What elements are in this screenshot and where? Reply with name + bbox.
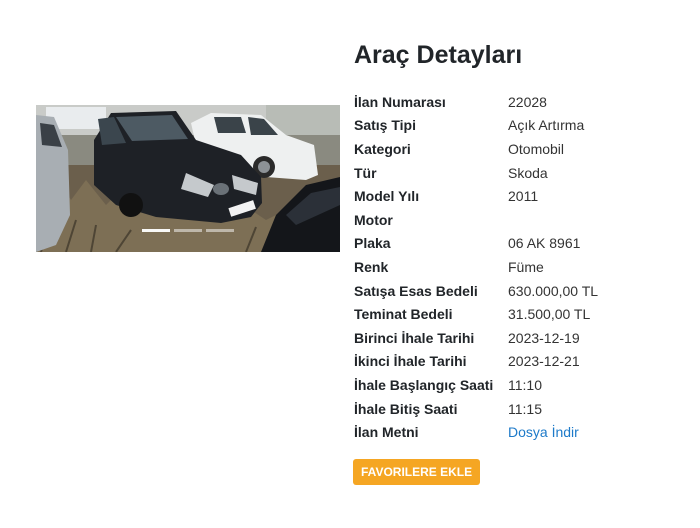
spec-row-plate: Plaka 06 AK 8961 bbox=[354, 232, 598, 256]
spec-label: Satış Tipi bbox=[354, 117, 416, 134]
spec-label: Teminat Bedeli bbox=[354, 306, 453, 323]
spec-value: 22028 bbox=[508, 93, 547, 110]
add-to-favorites-button[interactable]: FAVORILERE EKLE bbox=[353, 459, 481, 485]
spec-value: 11:10 bbox=[508, 376, 542, 393]
spec-value: 630.000,00 TL bbox=[508, 282, 599, 299]
spec-row-deposit: Teminat Bedeli 31.500,00 TL bbox=[354, 302, 598, 326]
download-file-link[interactable]: Dosya İndir bbox=[508, 424, 579, 440]
spec-label: Kategori bbox=[354, 140, 411, 157]
spec-label: Tür bbox=[354, 164, 377, 181]
spec-row-base-price: Satışa Esas Bedeli 630.000,00 TL bbox=[354, 279, 598, 303]
spec-row-type: Tür Skoda bbox=[354, 161, 598, 185]
spec-row-color: Renk Füme bbox=[354, 255, 598, 279]
spec-value: 2011 bbox=[508, 188, 539, 205]
spec-row-engine: Motor bbox=[354, 208, 598, 232]
carousel-indicator-1[interactable] bbox=[142, 229, 170, 232]
spec-value: Otomobil bbox=[508, 140, 565, 157]
spec-label: Motor bbox=[354, 211, 393, 228]
carousel-indicators bbox=[36, 229, 340, 232]
spec-value: 2023-12-19 bbox=[508, 329, 580, 346]
spec-label: Renk bbox=[354, 258, 389, 275]
spec-label: İhale Başlangıç Saati bbox=[354, 376, 494, 393]
spec-value: Skoda bbox=[508, 164, 548, 181]
spec-row-auction-end-time: İhale Bitiş Saati 11:15 bbox=[354, 397, 598, 421]
spec-row-sale-type: Satış Tipi Açık Artırma bbox=[354, 114, 598, 138]
spec-label: Model Yılı bbox=[354, 188, 420, 205]
spec-value: 11:15 bbox=[508, 400, 542, 417]
spec-row-first-auction-date: Birinci İhale Tarihi 2023-12-19 bbox=[354, 326, 598, 350]
spec-value bbox=[508, 208, 598, 232]
spec-label: Birinci İhale Tarihi bbox=[354, 329, 475, 346]
spec-value: 06 AK 8961 bbox=[508, 235, 581, 252]
spec-label: Satışa Esas Bedeli bbox=[354, 282, 478, 299]
spec-row-listing-number: İlan Numarası 22028 bbox=[354, 90, 598, 114]
page-title: Araç Detayları bbox=[354, 41, 523, 69]
spec-value: Dosya İndir bbox=[508, 420, 598, 444]
carousel-indicator-3[interactable] bbox=[206, 229, 234, 232]
carousel-indicator-2[interactable] bbox=[174, 229, 202, 232]
spec-row-category: Kategori Otomobil bbox=[354, 137, 598, 161]
spec-label: İlan Metni bbox=[354, 424, 419, 441]
spec-value: 31.500,00 TL bbox=[508, 306, 591, 323]
spec-label: İhale Bitiş Saati bbox=[354, 400, 458, 417]
spec-label: İkinci İhale Tarihi bbox=[354, 353, 467, 370]
spec-value: Açık Artırma bbox=[508, 117, 585, 134]
spec-value: Füme bbox=[508, 258, 544, 275]
spec-row-second-auction-date: İkinci İhale Tarihi 2023-12-21 bbox=[354, 350, 598, 374]
spec-row-auction-start-time: İhale Başlangıç Saati 11:10 bbox=[354, 373, 598, 397]
vehicle-details-panel: Araç Detayları İlan Numarası 22028 Satış… bbox=[354, 38, 684, 444]
spec-label: Plaka bbox=[354, 235, 391, 252]
spec-value: 2023-12-21 bbox=[508, 353, 580, 370]
vehicle-spec-table: İlan Numarası 22028 Satış Tipi Açık Artı… bbox=[354, 90, 598, 444]
vehicle-image-carousel[interactable] bbox=[36, 105, 340, 252]
spec-row-model-year: Model Yılı 2011 bbox=[354, 184, 598, 208]
spec-row-listing-text: İlan Metni Dosya İndir bbox=[354, 420, 598, 444]
spec-label: İlan Numarası bbox=[354, 93, 446, 110]
